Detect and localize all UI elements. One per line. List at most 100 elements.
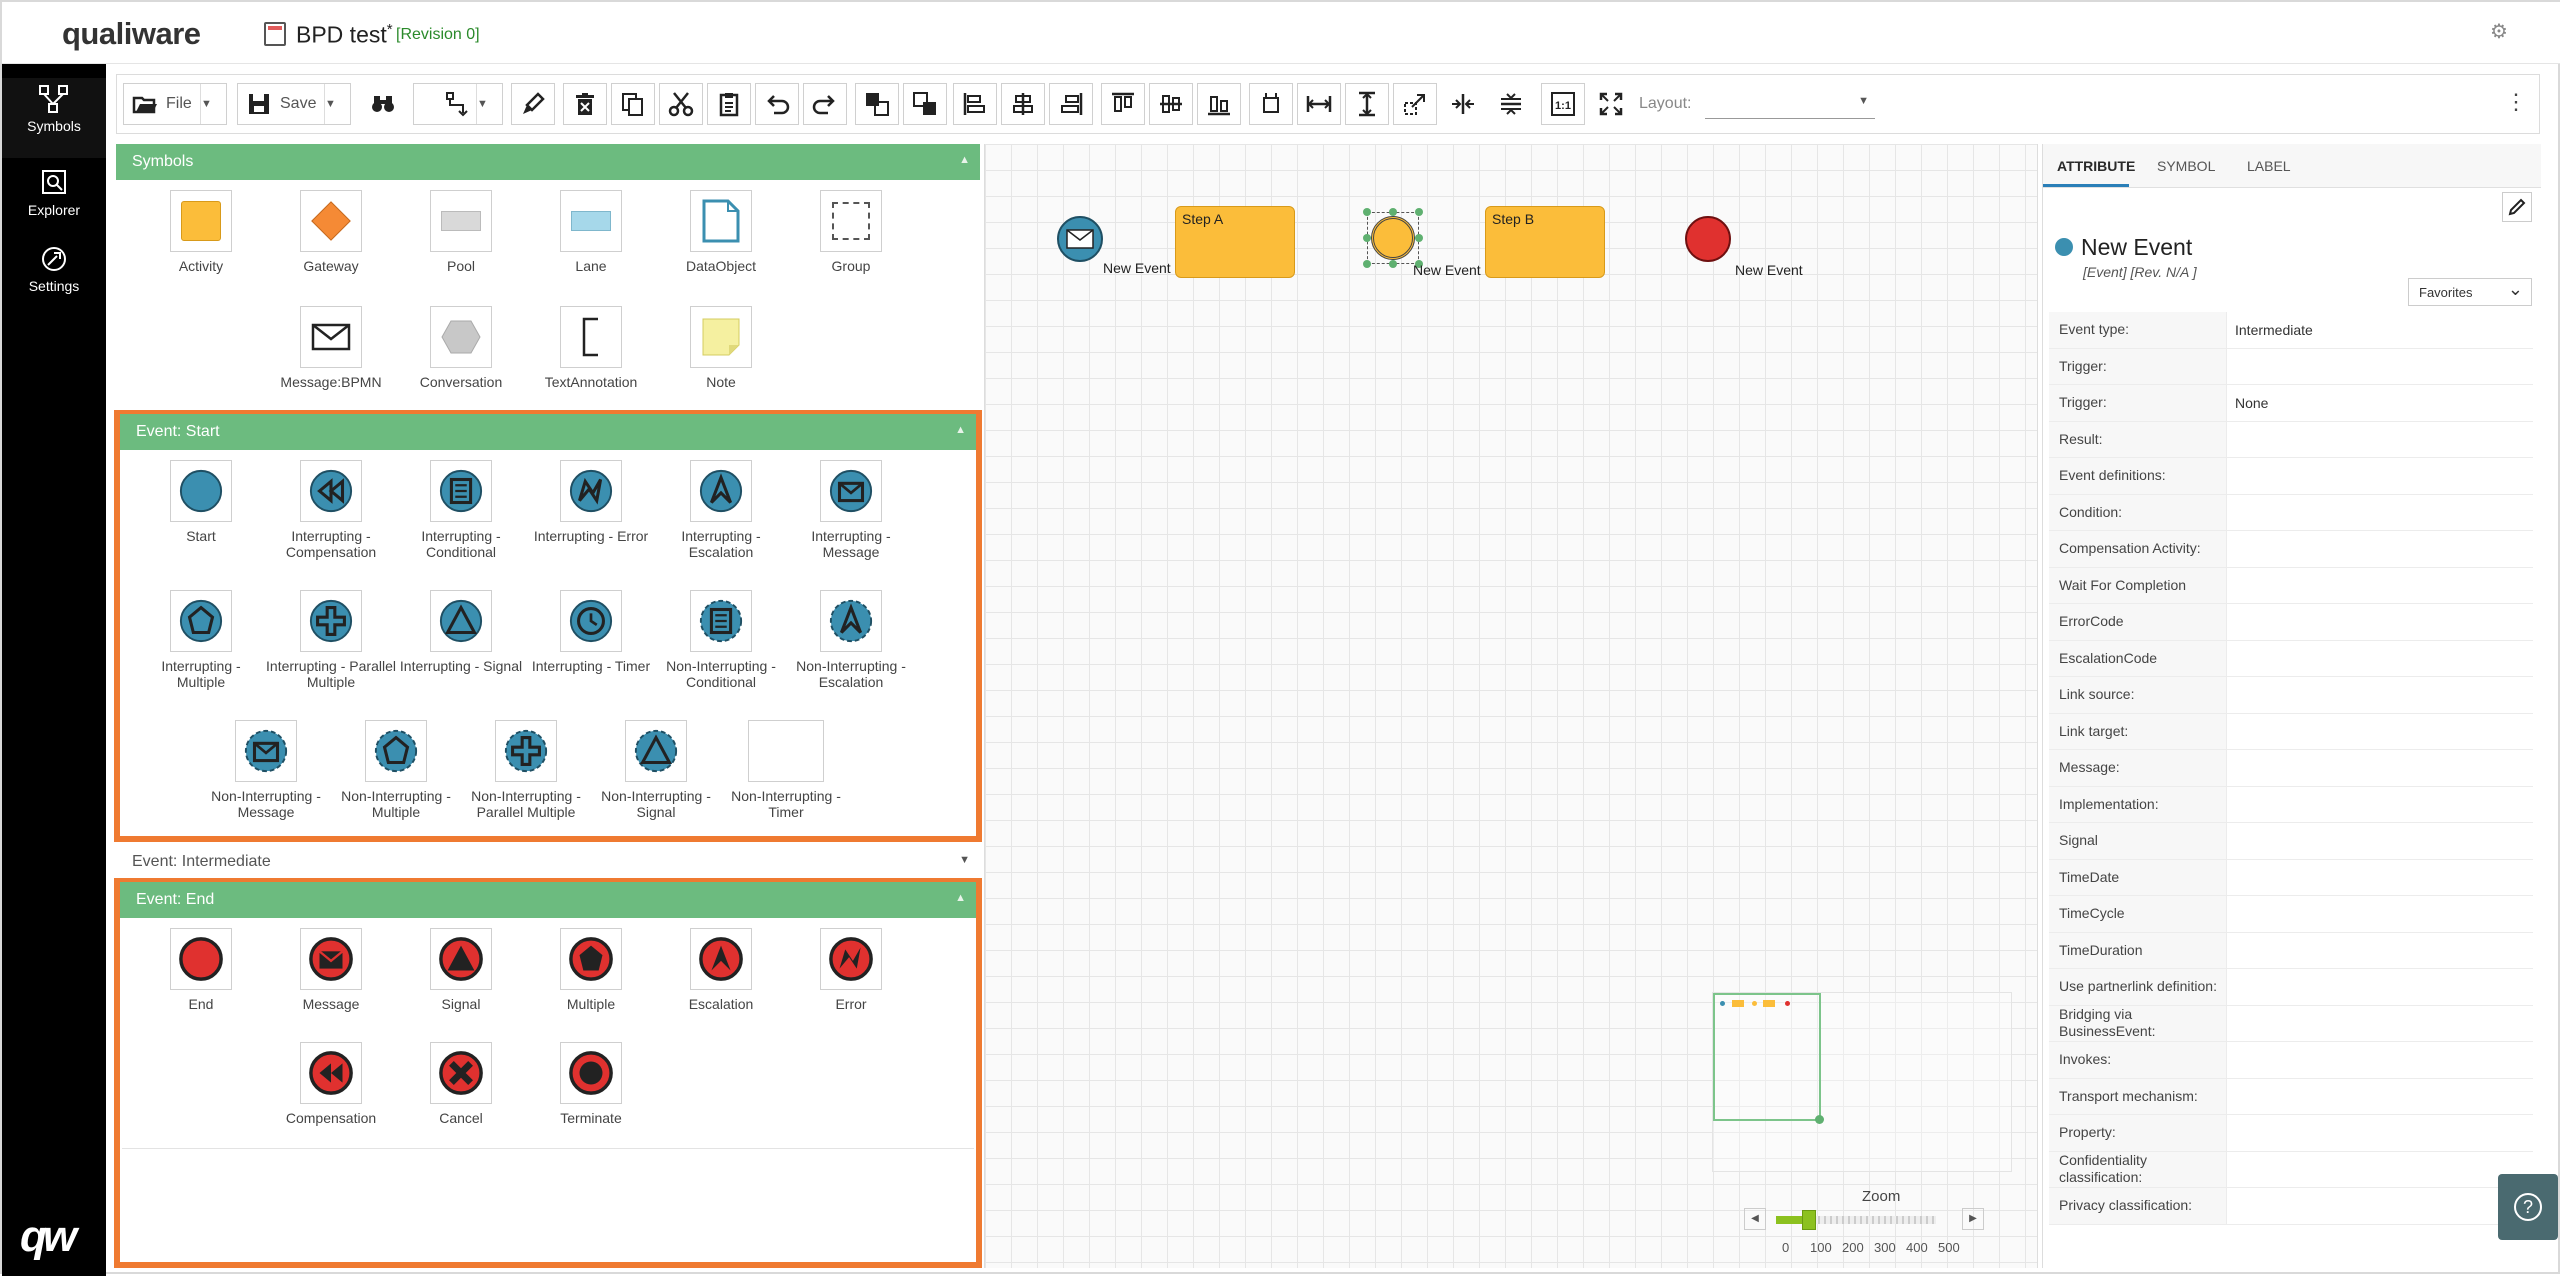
align-center-button[interactable] [1001,83,1045,125]
resize-handle[interactable] [1363,260,1371,268]
symbol-end-end[interactable]: End [136,928,266,1012]
attribute-row[interactable]: Confidentiality classification: [2049,1151,2533,1188]
cut-button[interactable] [659,83,703,125]
resize-button[interactable] [1393,83,1437,125]
symbol-interrupting-conditional[interactable]: Interrupting - Conditional [396,460,526,560]
undo-button[interactable] [755,83,799,125]
symbol-interrupting-escalation[interactable]: Interrupting - Escalation [656,460,786,560]
send-back-button[interactable] [903,83,947,125]
copy-button[interactable] [611,83,655,125]
tab-label[interactable]: LABEL [2247,158,2291,174]
symbol-end-multiple[interactable]: Multiple [526,928,656,1012]
symbol-end-signal[interactable]: Signal [396,928,526,1012]
symbol-non-interrupting-timer[interactable]: Non-Interrupting - Timer [721,720,851,820]
symbol-non-interrupting-signal[interactable]: Non-Interrupting - Signal [591,720,721,820]
symbol-dataobject[interactable]: DataObject [656,190,786,274]
settings-gear-icon[interactable]: ⚙ [2490,22,2510,42]
attribute-row[interactable]: EscalationCode [2049,640,2533,677]
attribute-row[interactable]: TimeDate [2049,859,2533,896]
connector-dropdown-caret-icon[interactable]: ▼ [476,84,502,124]
symbol-non-interrupting-conditional[interactable]: Non-Interrupting - Conditional [656,590,786,690]
symbol-note[interactable]: Note [656,306,786,390]
attribute-row[interactable]: TimeCycle [2049,896,2533,933]
more-options-icon[interactable]: ⋮ [2505,89,2527,115]
attribute-row[interactable]: Implementation: [2049,786,2533,823]
symbol-interrupting-message[interactable]: Interrupting - Message [786,460,916,560]
symbol-interrupting-parallel-multiple[interactable]: Interrupting - Parallel Multiple [266,590,396,690]
symbol-group[interactable]: Group [786,190,916,274]
align-bottom-button[interactable] [1197,83,1241,125]
find-button[interactable] [361,83,405,125]
attribute-row[interactable]: Property: [2049,1115,2533,1152]
zoom-in-arrow-icon[interactable]: ▶ [1962,1208,1984,1230]
symbol-end-error[interactable]: Error [786,928,916,1012]
symbol-interrupting-error[interactable]: Interrupting - Error [526,460,656,544]
nav-explorer[interactable]: Explorer [2,162,106,234]
symbol-conversation[interactable]: Conversation [396,306,526,390]
tab-symbol[interactable]: SYMBOL [2157,158,2215,174]
task-step-b[interactable]: Step B [1485,206,1605,278]
favorites-select[interactable]: Favorites [2408,278,2532,306]
layout-select[interactable] [1705,89,1875,119]
redo-button[interactable] [803,83,847,125]
tab-attribute[interactable]: ATTRIBUTE [2057,158,2135,174]
section-symbols-header[interactable]: Symbols ▲ [116,144,980,180]
resize-handle[interactable] [1415,234,1423,242]
section-event-end-header[interactable]: Event: End ▲ [120,882,976,918]
nav-symbols[interactable]: Symbols [2,78,106,158]
distribute-vertical-button[interactable] [1489,83,1533,125]
help-button[interactable]: ? [2498,1174,2558,1240]
zoom-out-arrow-icon[interactable]: ◀ [1744,1208,1766,1230]
resize-handle[interactable] [1389,208,1397,216]
symbol-end-compensation[interactable]: Compensation [266,1042,396,1126]
symbol-end-cancel[interactable]: Cancel [396,1042,526,1126]
attribute-row[interactable]: Link target: [2049,713,2533,750]
attribute-row[interactable]: Compensation Activity: [2049,531,2533,568]
file-dropdown-caret-icon[interactable]: ▼ [200,84,226,124]
symbol-lane[interactable]: Lane [526,190,656,274]
symbol-activity[interactable]: Activity [136,190,266,274]
delete-button[interactable] [563,83,607,125]
section-event-intermediate-header[interactable]: Event: Intermediate ▼ [116,844,980,880]
symbol-interrupting-compensation[interactable]: Interrupting - Compensation [266,460,396,560]
symbol-pool[interactable]: Pool [396,190,526,274]
end-event-node[interactable] [1685,216,1731,262]
symbol-non-interrupting-escalation[interactable]: Non-Interrupting - Escalation [786,590,916,690]
task-step-a[interactable]: Step A [1175,206,1295,278]
actual-size-button[interactable]: 1:1 [1541,83,1585,125]
symbol-end-escalation[interactable]: Escalation [656,928,786,1012]
attribute-row[interactable]: Use partnerlink definition: [2049,969,2533,1006]
attribute-row[interactable]: Invokes: [2049,1042,2533,1079]
edit-button[interactable] [2502,192,2532,222]
file-menu-button[interactable]: File ▼ [123,83,227,125]
connector-button[interactable]: ▼ [413,83,503,125]
attribute-row[interactable]: TimeDuration [2049,932,2533,969]
save-dropdown-caret-icon[interactable]: ▼ [324,84,350,124]
same-size-button[interactable] [1345,83,1389,125]
paste-button[interactable] [707,83,751,125]
symbol-message-bpmn[interactable]: Message:BPMN [266,306,396,390]
symbol-interrupting-multiple[interactable]: Interrupting - Multiple [136,590,266,690]
attribute-row[interactable]: Trigger: [2049,348,2533,385]
symbol-end-terminate[interactable]: Terminate [526,1042,656,1126]
resize-handle[interactable] [1389,260,1397,268]
symbol-textannotation[interactable]: TextAnnotation [526,306,656,390]
zoom-slider-handle[interactable] [1802,1210,1816,1230]
attribute-row[interactable]: Condition: [2049,494,2533,531]
resize-handle[interactable] [1415,208,1423,216]
align-right-button[interactable] [1049,83,1093,125]
symbol-interrupting-signal[interactable]: Interrupting - Signal [396,590,526,674]
symbol-non-interrupting-message[interactable]: Non-Interrupting - Message [201,720,331,820]
attribute-row[interactable]: Link source: [2049,677,2533,714]
attribute-value[interactable]: Intermediate [2227,322,2313,338]
nav-settings[interactable]: Settings [2,238,106,310]
section-event-start-header[interactable]: Event: Start ▲ [120,414,976,450]
attribute-row[interactable]: Signal [2049,823,2533,860]
align-middle-button[interactable] [1149,83,1193,125]
minimap[interactable] [1712,992,2012,1172]
symbol-non-interrupting-parallel-multiple[interactable]: Non-Interrupting - Parallel Multiple [461,720,591,820]
symbol-start[interactable]: Start [136,460,266,544]
minimap-viewport[interactable] [1713,993,1821,1121]
distribute-horizontal-button[interactable] [1441,83,1485,125]
symbol-interrupting-timer[interactable]: Interrupting - Timer [526,590,656,674]
